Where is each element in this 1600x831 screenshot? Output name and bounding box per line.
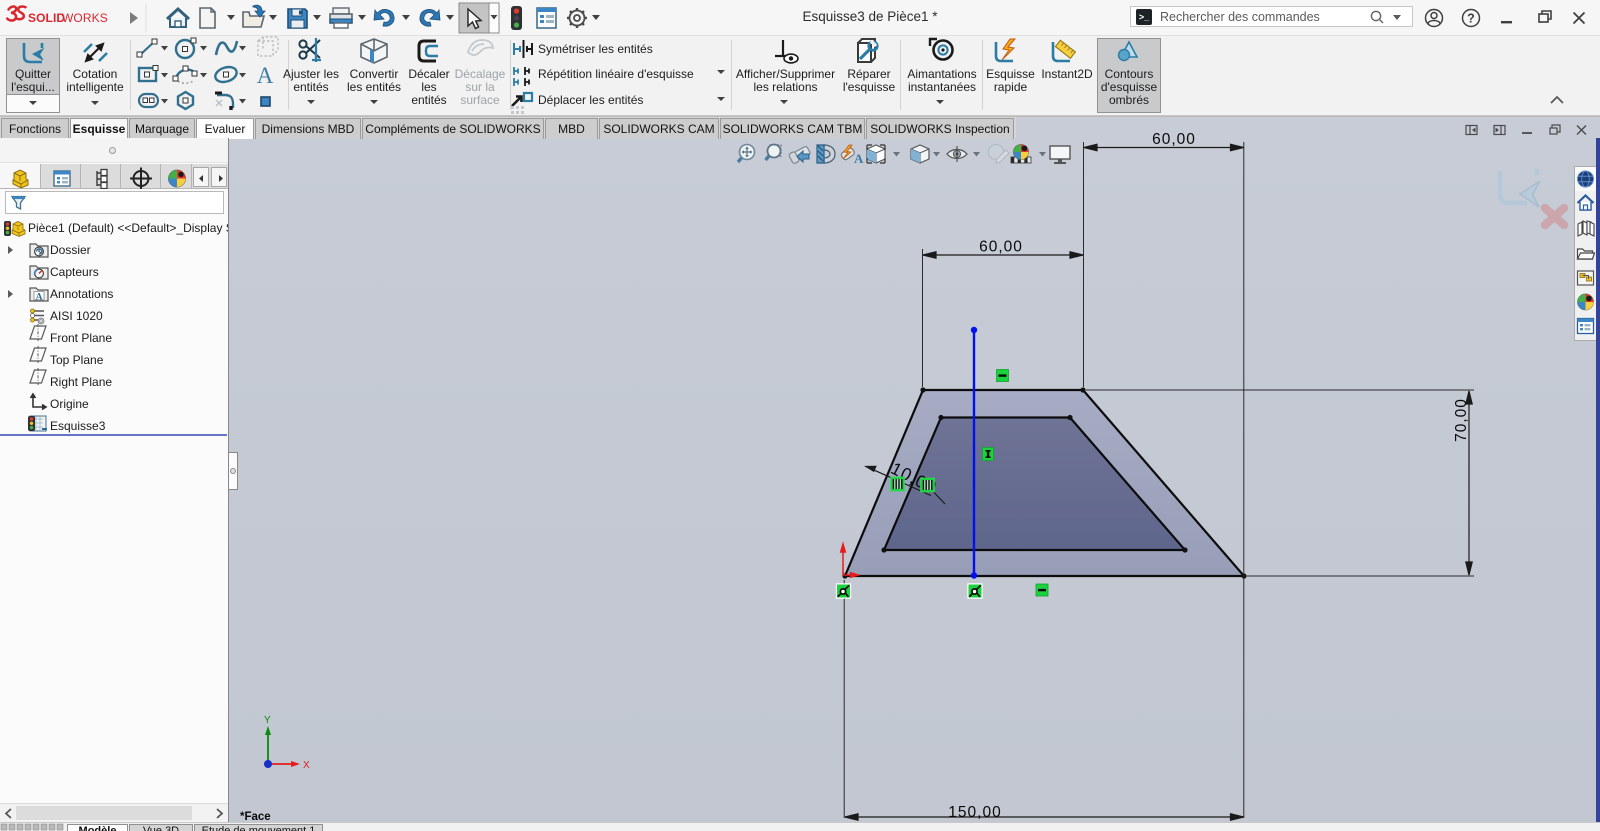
svg-text:WORKS: WORKS: [62, 11, 108, 25]
svg-text:SOLID: SOLID: [28, 11, 65, 25]
svg-text:?: ?: [1467, 12, 1475, 26]
svg-text:A: A: [257, 63, 274, 88]
svg-text:A: A: [36, 292, 43, 302]
